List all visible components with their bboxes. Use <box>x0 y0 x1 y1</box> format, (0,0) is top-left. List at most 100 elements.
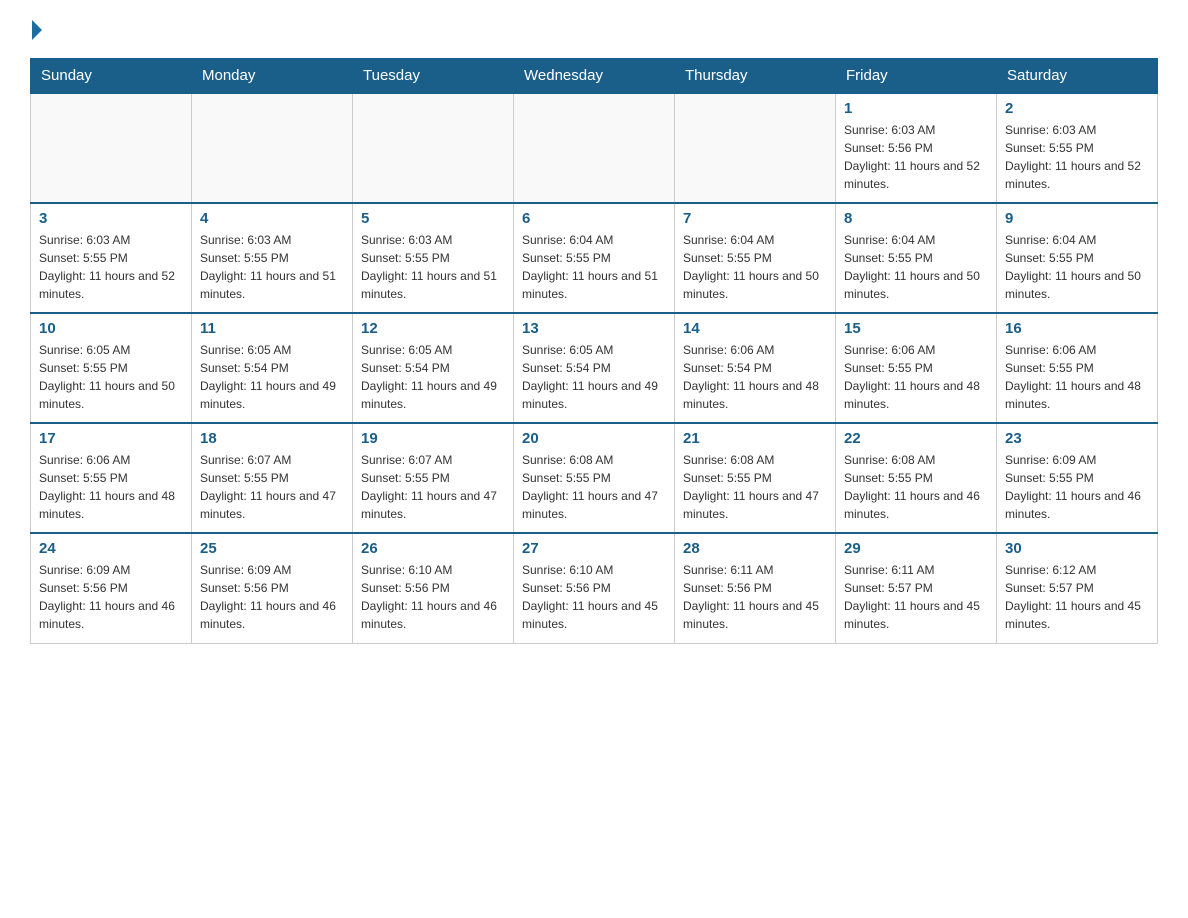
day-number: 14 <box>683 320 827 337</box>
day-number: 25 <box>200 540 344 557</box>
day-info: Sunrise: 6:03 AMSunset: 5:56 PMDaylight:… <box>844 121 988 193</box>
calendar-day-cell <box>192 93 353 203</box>
day-number: 28 <box>683 540 827 557</box>
day-number: 7 <box>683 210 827 227</box>
day-info: Sunrise: 6:03 AMSunset: 5:55 PMDaylight:… <box>39 231 183 303</box>
day-number: 27 <box>522 540 666 557</box>
calendar-day-cell: 23 Sunrise: 6:09 AMSunset: 5:55 PMDayligh… <box>997 423 1158 533</box>
day-of-week-header: Sunday <box>31 59 192 94</box>
day-of-week-header: Wednesday <box>514 59 675 94</box>
day-number: 10 <box>39 320 183 337</box>
calendar-day-cell: 15 Sunrise: 6:06 AMSunset: 5:55 PMDayligh… <box>836 313 997 423</box>
day-number: 13 <box>522 320 666 337</box>
calendar-table: SundayMondayTuesdayWednesdayThursdayFrid… <box>30 58 1158 644</box>
day-number: 2 <box>1005 100 1149 117</box>
header <box>30 20 1158 38</box>
calendar-week-row: 17 Sunrise: 6:06 AMSunset: 5:55 PMDayligh… <box>31 423 1158 533</box>
calendar-day-cell: 3 Sunrise: 6:03 AMSunset: 5:55 PMDaylight… <box>31 203 192 313</box>
day-info: Sunrise: 6:05 AMSunset: 5:54 PMDaylight:… <box>361 341 505 413</box>
day-info: Sunrise: 6:03 AMSunset: 5:55 PMDaylight:… <box>361 231 505 303</box>
calendar-day-cell: 20Sunrise: 6:08 AMSunset: 5:55 PMDayligh… <box>514 423 675 533</box>
calendar-day-cell: 9 Sunrise: 6:04 AMSunset: 5:55 PMDaylight… <box>997 203 1158 313</box>
calendar-day-cell: 4Sunrise: 6:03 AMSunset: 5:55 PMDaylight… <box>192 203 353 313</box>
day-number: 23 <box>1005 430 1149 447</box>
day-info: Sunrise: 6:05 AMSunset: 5:55 PMDaylight:… <box>39 341 183 413</box>
day-info: Sunrise: 6:06 AMSunset: 5:55 PMDaylight:… <box>39 451 183 523</box>
day-number: 18 <box>200 430 344 447</box>
day-info: Sunrise: 6:04 AMSunset: 5:55 PMDaylight:… <box>683 231 827 303</box>
day-info: Sunrise: 6:09 AMSunset: 5:55 PMDaylight:… <box>1005 451 1149 523</box>
day-info: Sunrise: 6:04 AMSunset: 5:55 PMDaylight:… <box>522 231 666 303</box>
day-info: Sunrise: 6:12 AMSunset: 5:57 PMDaylight:… <box>1005 561 1149 633</box>
day-number: 17 <box>39 430 183 447</box>
calendar-day-cell: 8 Sunrise: 6:04 AMSunset: 5:55 PMDaylight… <box>836 203 997 313</box>
day-of-week-header: Friday <box>836 59 997 94</box>
calendar-day-cell <box>675 93 836 203</box>
calendar-day-cell: 21 Sunrise: 6:08 AMSunset: 5:55 PMDayligh… <box>675 423 836 533</box>
day-info: Sunrise: 6:04 AMSunset: 5:55 PMDaylight:… <box>1005 231 1149 303</box>
day-number: 15 <box>844 320 988 337</box>
day-info: Sunrise: 6:08 AMSunset: 5:55 PMDaylight:… <box>683 451 827 523</box>
day-of-week-header: Monday <box>192 59 353 94</box>
calendar-day-cell: 16 Sunrise: 6:06 AMSunset: 5:55 PMDayligh… <box>997 313 1158 423</box>
calendar-day-cell: 5Sunrise: 6:03 AMSunset: 5:55 PMDaylight… <box>353 203 514 313</box>
day-number: 26 <box>361 540 505 557</box>
calendar-day-cell: 12 Sunrise: 6:05 AMSunset: 5:54 PMDayligh… <box>353 313 514 423</box>
day-number: 21 <box>683 430 827 447</box>
day-info: Sunrise: 6:08 AMSunset: 5:55 PMDaylight:… <box>522 451 666 523</box>
logo-arrow-icon <box>32 20 42 40</box>
day-info: Sunrise: 6:06 AMSunset: 5:55 PMDaylight:… <box>1005 341 1149 413</box>
day-info: Sunrise: 6:09 AMSunset: 5:56 PMDaylight:… <box>39 561 183 633</box>
day-of-week-header: Saturday <box>997 59 1158 94</box>
calendar-day-cell: 14Sunrise: 6:06 AMSunset: 5:54 PMDayligh… <box>675 313 836 423</box>
calendar-day-cell: 29Sunrise: 6:11 AMSunset: 5:57 PMDayligh… <box>836 533 997 643</box>
day-info: Sunrise: 6:03 AMSunset: 5:55 PMDaylight:… <box>200 231 344 303</box>
calendar-day-cell: 7 Sunrise: 6:04 AMSunset: 5:55 PMDaylight… <box>675 203 836 313</box>
day-info: Sunrise: 6:06 AMSunset: 5:55 PMDaylight:… <box>844 341 988 413</box>
day-number: 22 <box>844 430 988 447</box>
calendar-day-cell: 24 Sunrise: 6:09 AMSunset: 5:56 PMDayligh… <box>31 533 192 643</box>
calendar-day-cell: 18 Sunrise: 6:07 AMSunset: 5:55 PMDayligh… <box>192 423 353 533</box>
day-number: 30 <box>1005 540 1149 557</box>
day-of-week-header: Tuesday <box>353 59 514 94</box>
day-number: 24 <box>39 540 183 557</box>
calendar-day-cell: 11Sunrise: 6:05 AMSunset: 5:54 PMDayligh… <box>192 313 353 423</box>
logo <box>30 20 42 38</box>
day-number: 3 <box>39 210 183 227</box>
calendar-day-cell: 17 Sunrise: 6:06 AMSunset: 5:55 PMDayligh… <box>31 423 192 533</box>
day-info: Sunrise: 6:07 AMSunset: 5:55 PMDaylight:… <box>200 451 344 523</box>
day-info: Sunrise: 6:11 AMSunset: 5:56 PMDaylight:… <box>683 561 827 633</box>
day-number: 1 <box>844 100 988 117</box>
day-info: Sunrise: 6:05 AMSunset: 5:54 PMDaylight:… <box>200 341 344 413</box>
calendar-day-cell: 22 Sunrise: 6:08 AMSunset: 5:55 PMDayligh… <box>836 423 997 533</box>
calendar-day-cell <box>514 93 675 203</box>
calendar-week-row: 10 Sunrise: 6:05 AMSunset: 5:55 PMDayligh… <box>31 313 1158 423</box>
day-info: Sunrise: 6:07 AMSunset: 5:55 PMDaylight:… <box>361 451 505 523</box>
calendar-day-cell: 30 Sunrise: 6:12 AMSunset: 5:57 PMDayligh… <box>997 533 1158 643</box>
calendar-week-row: 24 Sunrise: 6:09 AMSunset: 5:56 PMDayligh… <box>31 533 1158 643</box>
day-info: Sunrise: 6:04 AMSunset: 5:55 PMDaylight:… <box>844 231 988 303</box>
calendar-week-row: 3 Sunrise: 6:03 AMSunset: 5:55 PMDaylight… <box>31 203 1158 313</box>
day-info: Sunrise: 6:10 AMSunset: 5:56 PMDaylight:… <box>361 561 505 633</box>
calendar-day-cell: 27Sunrise: 6:10 AMSunset: 5:56 PMDayligh… <box>514 533 675 643</box>
day-info: Sunrise: 6:08 AMSunset: 5:55 PMDaylight:… <box>844 451 988 523</box>
day-of-week-header: Thursday <box>675 59 836 94</box>
calendar-header-row: SundayMondayTuesdayWednesdayThursdayFrid… <box>31 59 1158 94</box>
calendar-week-row: 1 Sunrise: 6:03 AMSunset: 5:56 PMDaylight… <box>31 93 1158 203</box>
day-number: 6 <box>522 210 666 227</box>
day-number: 8 <box>844 210 988 227</box>
calendar-day-cell <box>31 93 192 203</box>
calendar-day-cell: 10 Sunrise: 6:05 AMSunset: 5:55 PMDayligh… <box>31 313 192 423</box>
calendar-day-cell: 6 Sunrise: 6:04 AMSunset: 5:55 PMDaylight… <box>514 203 675 313</box>
calendar-day-cell: 26 Sunrise: 6:10 AMSunset: 5:56 PMDayligh… <box>353 533 514 643</box>
calendar-day-cell: 1 Sunrise: 6:03 AMSunset: 5:56 PMDaylight… <box>836 93 997 203</box>
day-info: Sunrise: 6:11 AMSunset: 5:57 PMDaylight:… <box>844 561 988 633</box>
day-number: 12 <box>361 320 505 337</box>
day-number: 9 <box>1005 210 1149 227</box>
calendar-day-cell: 28 Sunrise: 6:11 AMSunset: 5:56 PMDayligh… <box>675 533 836 643</box>
calendar-day-cell: 19Sunrise: 6:07 AMSunset: 5:55 PMDayligh… <box>353 423 514 533</box>
day-number: 16 <box>1005 320 1149 337</box>
day-info: Sunrise: 6:09 AMSunset: 5:56 PMDaylight:… <box>200 561 344 633</box>
day-info: Sunrise: 6:05 AMSunset: 5:54 PMDaylight:… <box>522 341 666 413</box>
calendar-day-cell <box>353 93 514 203</box>
